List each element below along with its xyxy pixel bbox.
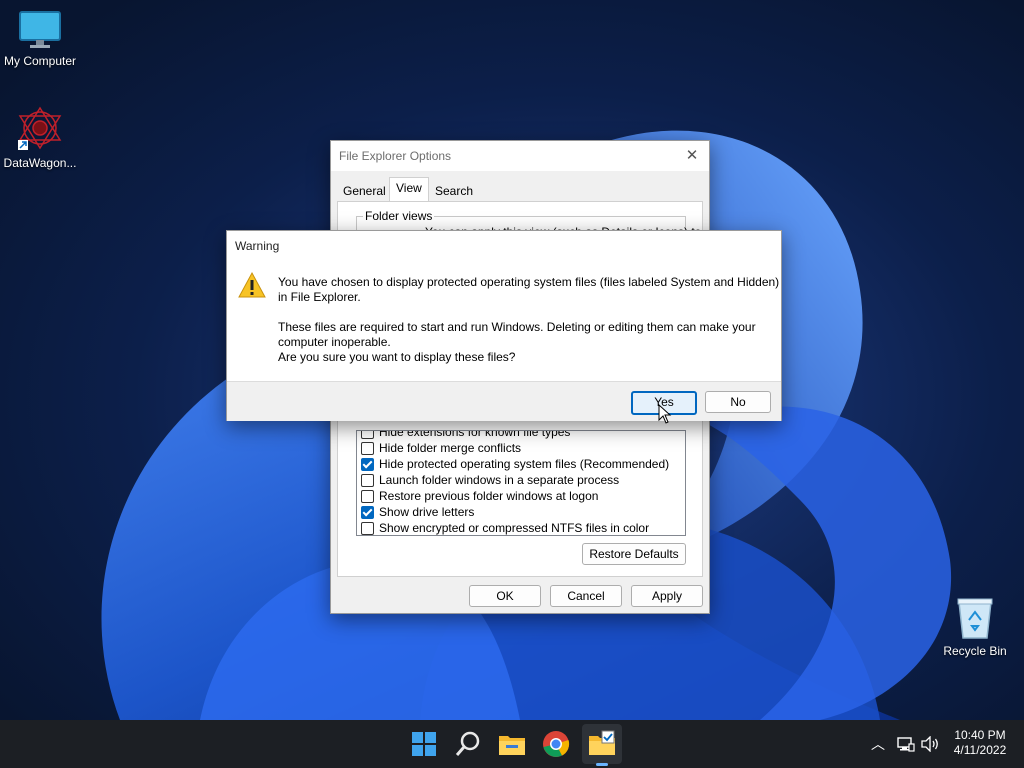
desktop-icon-my-computer[interactable]: My Computer bbox=[0, 10, 80, 68]
restore-defaults-button[interactable]: Restore Defaults bbox=[582, 543, 686, 565]
network-icon[interactable] bbox=[897, 736, 915, 752]
button-bar: Yes No bbox=[227, 381, 781, 421]
list-item[interactable]: Hide extensions for known file types bbox=[361, 431, 570, 440]
warning-dialog: Warning You have chosen to display prote… bbox=[226, 230, 782, 421]
message-line: computer inoperable. bbox=[278, 335, 391, 349]
windows-start-icon[interactable] bbox=[408, 728, 440, 760]
desktop-icon-recycle-bin[interactable]: Recycle Bin bbox=[935, 596, 1015, 658]
clock[interactable]: 10:40 PM 4/11/2022 bbox=[948, 728, 1012, 758]
datawagon-logo-icon bbox=[18, 106, 62, 150]
list-item[interactable]: Hide protected operating system files (R… bbox=[361, 456, 669, 472]
message-line: Are you sure you want to display these f… bbox=[278, 350, 516, 364]
monitor-icon bbox=[19, 11, 61, 48]
volume-icon[interactable] bbox=[920, 736, 940, 752]
warning-icon bbox=[238, 271, 266, 298]
list-item[interactable]: Show encrypted or compressed NTFS files … bbox=[361, 520, 649, 535]
clock-date: 4/11/2022 bbox=[953, 743, 1007, 757]
tab-view[interactable]: View bbox=[389, 177, 429, 202]
checkbox[interactable] bbox=[361, 458, 374, 471]
message-line: You have chosen to display protected ope… bbox=[278, 275, 780, 289]
desktop-icon-label: My Computer bbox=[3, 54, 77, 68]
message-line: These files are required to start and ru… bbox=[278, 320, 756, 334]
message-line: in File Explorer. bbox=[278, 290, 361, 304]
title-bar[interactable]: Warning bbox=[227, 231, 781, 261]
dialog-title: Warning bbox=[235, 239, 280, 253]
cancel-button[interactable]: Cancel bbox=[550, 585, 622, 607]
running-indicator bbox=[596, 763, 608, 766]
apply-button[interactable]: Apply bbox=[631, 585, 703, 607]
recycle-bin-icon bbox=[957, 598, 993, 639]
checkbox[interactable] bbox=[361, 490, 374, 503]
clock-time: 10:40 PM bbox=[954, 728, 1006, 742]
taskbar: ︿ 10:40 PM 4/11/2022 bbox=[0, 720, 1024, 768]
advanced-settings-list[interactable]: Hide extensions for known file types Hid… bbox=[356, 430, 686, 536]
chevron-up-icon[interactable]: ︿ bbox=[871, 734, 885, 754]
no-button[interactable]: No bbox=[705, 391, 771, 413]
list-item[interactable]: Hide folder merge conflicts bbox=[361, 440, 521, 456]
desktop-icon-datawagon[interactable]: DataWagon... bbox=[0, 106, 80, 170]
list-item[interactable]: Show drive letters bbox=[361, 504, 474, 520]
desktop-icon-label: DataWagon... bbox=[3, 156, 77, 170]
checkbox[interactable] bbox=[361, 506, 374, 519]
tab-general[interactable]: General bbox=[337, 181, 392, 201]
mouse-cursor-icon bbox=[658, 404, 672, 424]
desktop-icon-label: Recycle Bin bbox=[943, 644, 1007, 658]
checkbox[interactable] bbox=[361, 522, 374, 535]
checkbox[interactable] bbox=[361, 474, 374, 487]
search-icon[interactable] bbox=[452, 728, 484, 760]
folder-views-label: Folder views bbox=[363, 209, 435, 223]
title-bar[interactable]: File Explorer Options ✕ bbox=[331, 141, 709, 171]
chrome-icon[interactable] bbox=[540, 728, 572, 760]
checkbox[interactable] bbox=[361, 442, 374, 455]
list-item[interactable]: Restore previous folder windows at logon bbox=[361, 488, 598, 504]
tab-search[interactable]: Search bbox=[429, 181, 479, 201]
warning-message: You have chosen to display protected ope… bbox=[278, 275, 779, 365]
file-explorer-options-icon[interactable] bbox=[586, 728, 618, 760]
ok-button[interactable]: OK bbox=[469, 585, 541, 607]
dialog-title: File Explorer Options bbox=[339, 149, 452, 163]
file-explorer-icon[interactable] bbox=[496, 728, 528, 760]
checkbox[interactable] bbox=[361, 431, 374, 439]
close-icon[interactable]: ✕ bbox=[681, 145, 703, 167]
list-item[interactable]: Launch folder windows in a separate proc… bbox=[361, 472, 619, 488]
